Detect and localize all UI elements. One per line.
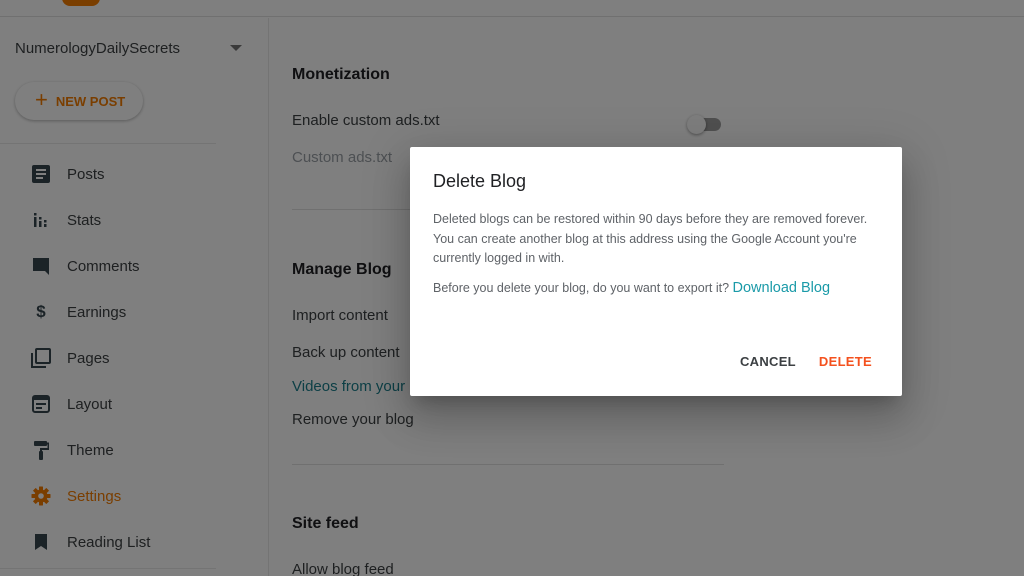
cancel-button[interactable]: CANCEL	[740, 354, 796, 369]
export-prompt: Before you delete your blog, do you want…	[433, 280, 830, 296]
dialog-actions: CANCEL DELETE	[740, 354, 872, 369]
delete-button[interactable]: DELETE	[819, 354, 872, 369]
dialog-title: Delete Blog	[433, 171, 527, 191]
delete-blog-dialog: Delete Blog Deleted blogs can be restore…	[410, 147, 902, 396]
download-blog-link[interactable]: Download Blog	[733, 280, 831, 296]
export-prompt-text: Before you delete your blog, do you want…	[433, 281, 733, 295]
dialog-body-text: Deleted blogs can be restored within 90 …	[433, 212, 868, 265]
